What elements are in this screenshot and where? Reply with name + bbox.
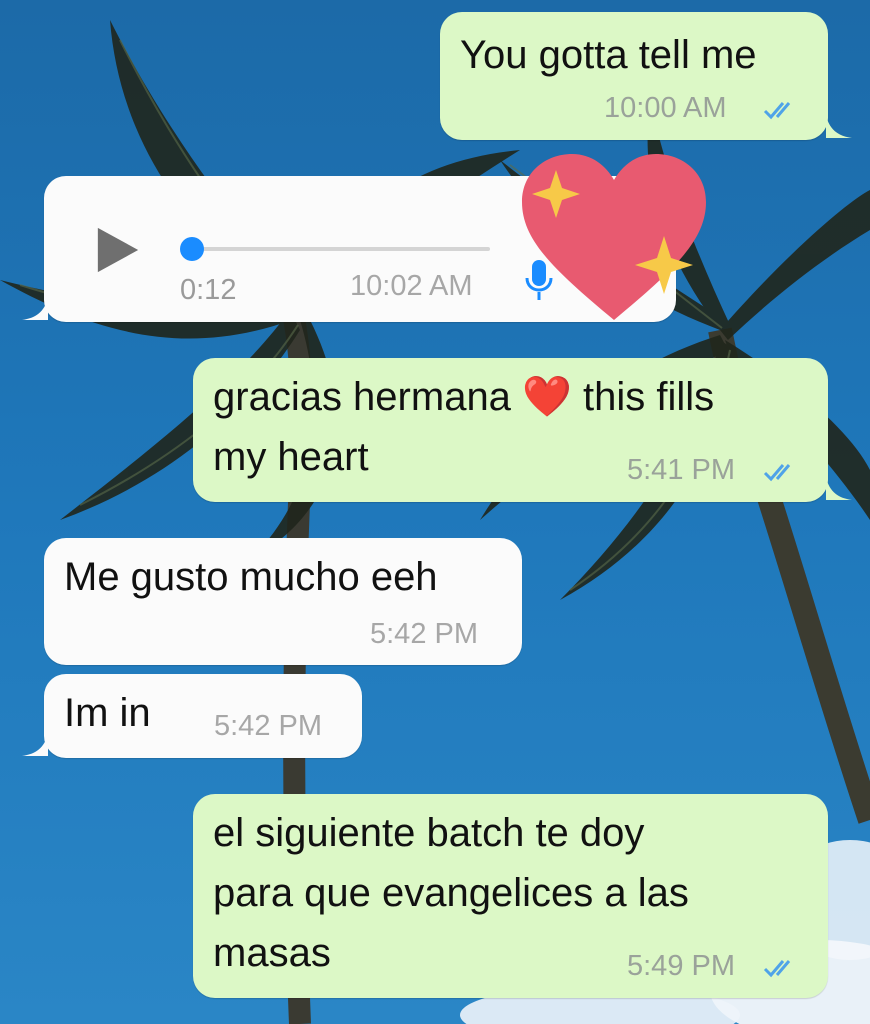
message-time: 10:00 AM	[604, 92, 727, 124]
message-time: 5:49 PM	[627, 950, 735, 982]
message-text-line2: para que evangelices a las	[213, 871, 689, 915]
voice-progress-knob[interactable]	[180, 237, 204, 261]
voice-duration: 0:12	[180, 274, 237, 306]
red-heart-emoji: ❤️	[522, 375, 572, 419]
bubble-tail	[826, 116, 852, 138]
message-text-line2: my heart	[213, 435, 369, 479]
message-bubble-incoming[interactable]: Me gusto mucho eeh 5:42 PM	[44, 538, 522, 665]
message-bubble-outgoing[interactable]: el siguiente batch te doy para que evang…	[193, 794, 828, 998]
message-text-line3: masas	[213, 931, 331, 975]
message-text: gracias hermana ❤️ this fills	[213, 375, 715, 419]
double-check-read-icon	[763, 102, 791, 120]
message-text: You gotta tell me	[460, 33, 757, 77]
message-time: 5:42 PM	[370, 618, 478, 650]
message-bubble-incoming[interactable]: Im in 5:42 PM	[44, 674, 362, 758]
play-icon[interactable]	[94, 226, 142, 274]
double-check-read-icon	[763, 960, 791, 978]
sparkling-heart-icon	[522, 154, 706, 320]
message-time: 5:41 PM	[627, 454, 735, 486]
bubble-tail	[22, 734, 48, 756]
bubble-tail	[826, 478, 852, 500]
message-time: 10:02 AM	[350, 270, 473, 302]
message-text: Im in	[64, 691, 151, 735]
message-time: 5:42 PM	[214, 710, 322, 742]
message-text: Me gusto mucho eeh	[64, 555, 438, 599]
bubble-tail	[22, 298, 48, 320]
message-bubble-outgoing[interactable]: gracias hermana ❤️ this fills my heart 5…	[193, 358, 828, 502]
double-check-read-icon	[763, 464, 791, 482]
message-bubble-outgoing[interactable]: You gotta tell me 10:00 AM	[440, 12, 828, 140]
voice-progress-track[interactable]	[190, 247, 490, 251]
message-text-line1: el siguiente batch te doy	[213, 811, 645, 855]
